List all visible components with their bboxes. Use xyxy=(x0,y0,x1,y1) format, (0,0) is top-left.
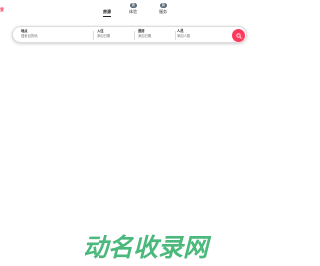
page: 爱 房源 新 体验 新 服务 地点 搜索目的地 入住 添加日期 退房 添加日期 … xyxy=(0,0,263,266)
checkin-value: 添加日期 xyxy=(97,34,111,38)
search-divider xyxy=(93,31,94,40)
where-field[interactable]: 地点 搜索目的地 xyxy=(21,29,91,42)
nav-tab-experiences-new-badge: 新 xyxy=(130,3,137,8)
guests-value: 添加人数 xyxy=(177,34,191,38)
checkin-field[interactable]: 入住 添加日期 xyxy=(97,29,133,42)
search-divider xyxy=(134,31,135,40)
guests-field[interactable]: 人员 添加人数 xyxy=(177,29,227,42)
search-icon xyxy=(235,32,242,39)
checkout-value: 添加日期 xyxy=(138,34,152,38)
top-header: 爱 房源 新 体验 新 服务 xyxy=(0,0,263,22)
watermark-text: 动名收录网 xyxy=(83,233,212,262)
search-divider xyxy=(175,31,176,40)
site-logo[interactable]: 爱 xyxy=(0,7,4,13)
search-button[interactable] xyxy=(232,29,245,42)
nav-tab-services[interactable]: 服务 xyxy=(159,9,167,15)
checkout-field[interactable]: 退房 添加日期 xyxy=(138,29,174,42)
nav-tab-experiences[interactable]: 体验 xyxy=(129,9,137,15)
nav-tab-stays[interactable]: 房源 xyxy=(103,9,111,17)
watermark: 动名收录网 xyxy=(83,233,212,262)
nav-tab-services-new-badge: 新 xyxy=(160,3,167,8)
search-bar: 地点 搜索目的地 入住 添加日期 退房 添加日期 人员 添加人数 xyxy=(12,26,247,43)
where-input[interactable]: 搜索目的地 xyxy=(21,34,91,39)
